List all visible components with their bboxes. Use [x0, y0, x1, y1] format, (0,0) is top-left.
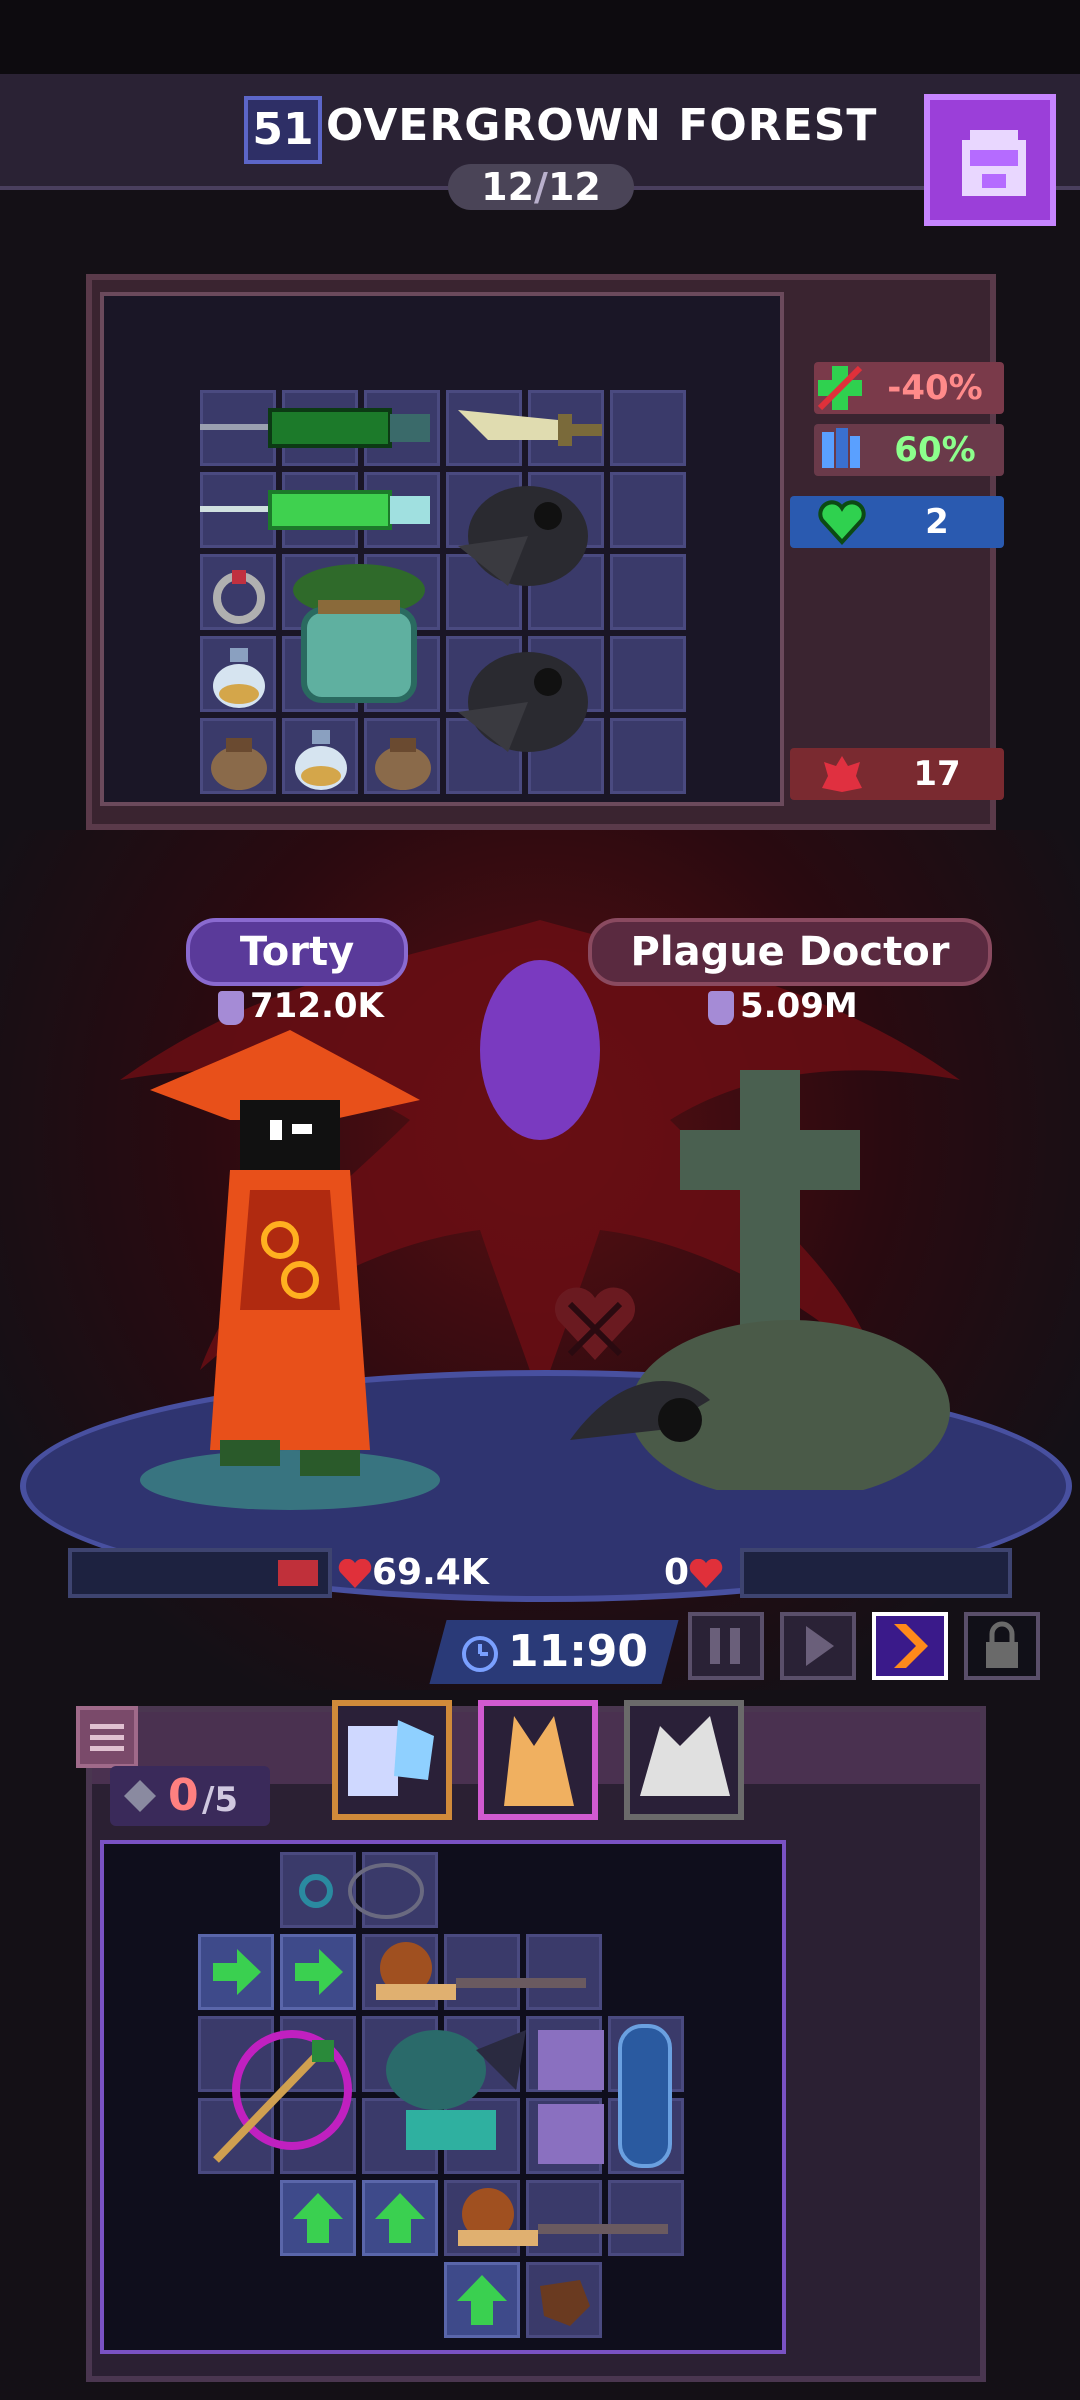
plague-mask-icon: [458, 486, 588, 586]
ice-crystal-pet-icon: [348, 1720, 434, 1796]
player-hp-fill: [278, 1560, 318, 1586]
player-nameplate: Torty: [186, 918, 408, 986]
arrow-up-upgrade[interactable]: [362, 2180, 438, 2256]
healing-reduced-icon: [817, 365, 863, 411]
stat-armor: 60%: [814, 424, 1004, 476]
dragon-pet-icon: [386, 2030, 526, 2150]
arrow-up-upgrade[interactable]: [280, 2180, 356, 2256]
player-character-sprite: [140, 1030, 440, 1510]
heart-icon: [689, 1559, 723, 1588]
enemy-hp: 0: [664, 1548, 723, 1598]
wave-current: 12: [481, 165, 535, 209]
grid-cell: [610, 554, 686, 630]
broken-heart-icon: [554, 1287, 636, 1360]
timer-value: 11:90: [507, 1626, 649, 1677]
heart-shield-icon: [818, 500, 866, 545]
fast-forward-icon: [894, 1624, 928, 1668]
wave-counter: 12/12: [448, 164, 634, 210]
stat-healing-reduction: -40%: [814, 362, 1004, 414]
snail-icon: [458, 2188, 668, 2246]
stage-title: OVERGROWN FOREST: [326, 100, 878, 151]
backpack-button[interactable]: [924, 94, 1056, 226]
pause-icon: [710, 1628, 740, 1664]
potion-bottle-icon: [213, 648, 265, 708]
heart-icon: [338, 1559, 372, 1588]
glasses-icon: [299, 1863, 424, 1919]
arrow-right-icon: [295, 1949, 343, 1995]
enemy-hp-value: 0: [664, 1552, 690, 1593]
arrow-right-upgrade[interactable]: [280, 1934, 356, 2010]
stat-value: 2: [925, 502, 949, 542]
stat-heart-shield: 2: [790, 496, 1004, 548]
spellbook-icon: [538, 2024, 672, 2168]
stat-value: 60%: [894, 430, 976, 470]
snail-icon: [376, 1942, 586, 2000]
enemy-tombstone-sprite: [570, 1070, 950, 1490]
ring-icon: [213, 570, 265, 624]
arrow-right-upgrade[interactable]: [198, 1934, 274, 2010]
stage-number-badge: 51: [244, 96, 322, 164]
grid-cell: [610, 718, 686, 794]
grid-cell: [610, 636, 686, 712]
sword-power-icon: [708, 990, 734, 1025]
coin-pouch-icon: [211, 738, 267, 790]
fast-forward-button[interactable]: [872, 1612, 948, 1680]
enemy-hp-bar: [740, 1548, 1012, 1598]
play-button[interactable]: [780, 1612, 856, 1680]
arrow-right-icon: [213, 1949, 261, 1995]
lock-icon: [986, 1621, 1018, 1668]
coin-pouch-icon: [375, 738, 431, 790]
enemy-nameplate: Plague Doctor: [588, 918, 992, 986]
grid-cell: [610, 472, 686, 548]
arrow-up-icon: [457, 2275, 507, 2325]
player-hp-value: 69.4K: [372, 1552, 489, 1593]
grid-cell: [610, 390, 686, 466]
dagger-icon: [458, 410, 602, 446]
gems-total: /5: [202, 1780, 239, 1820]
enemy-power: 5.09M: [708, 986, 858, 1026]
pet-portrait-ice[interactable]: [332, 1700, 452, 1820]
player-bag-grid: [100, 1840, 786, 2354]
lock-button[interactable]: [964, 1612, 1040, 1680]
armor-icon: [822, 428, 860, 468]
play-icon: [806, 1626, 834, 1666]
gem-counter: 0 /5: [110, 1766, 270, 1826]
stat-value: 17: [913, 754, 961, 794]
herb-jar-icon: [293, 564, 425, 703]
gem-icon: [124, 1780, 156, 1812]
pet-portrait-cat[interactable]: [478, 1700, 598, 1820]
enemy-inventory-grid: [100, 292, 784, 806]
enemy-power-value: 5.09M: [740, 986, 858, 1026]
arrow-up-upgrade[interactable]: [444, 2262, 520, 2338]
magic-staff-icon: [213, 2030, 352, 2163]
backpack-icon: [962, 130, 1026, 196]
stat-rage: 17: [790, 748, 1004, 800]
syringe-icon: [200, 408, 430, 448]
white-wolf-pet-icon: [640, 1716, 730, 1796]
log-button[interactable]: [76, 1706, 138, 1768]
battle-timer: 11:90: [444, 1620, 664, 1684]
player-hp: 69.4K: [338, 1548, 489, 1598]
player-hp-bar: [68, 1548, 332, 1598]
potion-bottle-icon: [295, 730, 347, 790]
plague-mask-icon: [458, 652, 588, 752]
glove-icon: [540, 2280, 590, 2326]
pause-button[interactable]: [688, 1612, 764, 1680]
pet-portrait-wolf[interactable]: [624, 1700, 744, 1820]
rage-icon: [822, 756, 862, 792]
stat-value: -40%: [887, 368, 983, 408]
clock-icon: [461, 1636, 498, 1672]
status-strip: [0, 0, 1080, 74]
arrow-up-icon: [293, 2193, 343, 2243]
orange-cat-pet-icon: [504, 1716, 574, 1806]
syringe-icon: [200, 490, 430, 530]
gems-current: 0: [168, 1770, 199, 1821]
wave-total: 12: [547, 165, 601, 209]
arrow-up-icon: [375, 2193, 425, 2243]
list-icon: [90, 1724, 124, 1751]
